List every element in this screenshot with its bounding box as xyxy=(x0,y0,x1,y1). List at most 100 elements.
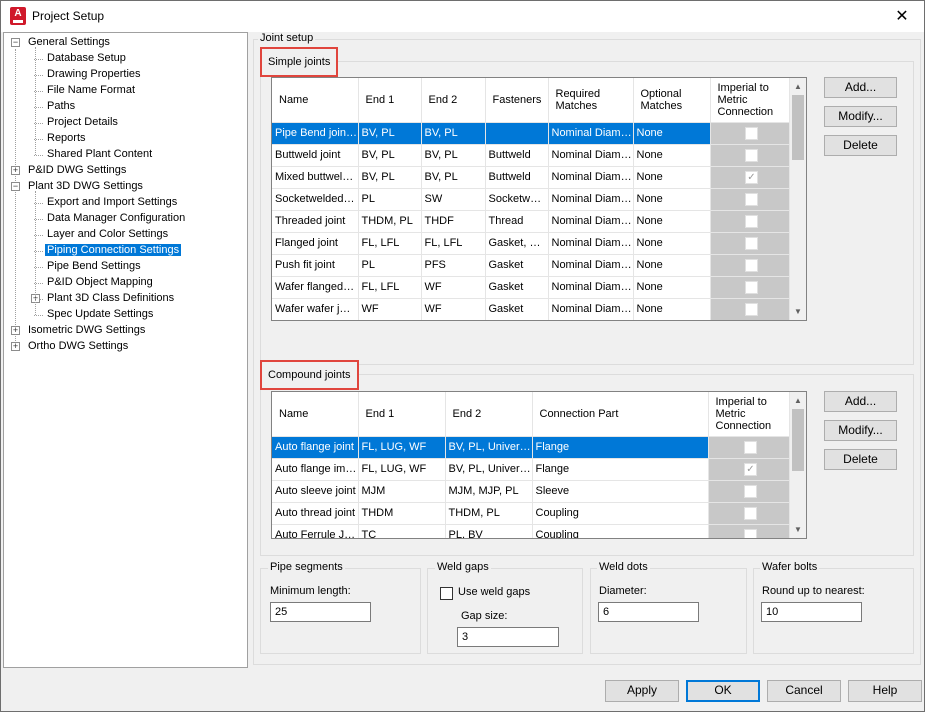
compound-joints-scrollbar[interactable]: ▲ ▼ xyxy=(789,392,806,538)
table-cell[interactable]: Mixed buttwel… xyxy=(272,166,359,189)
table-cell[interactable]: Flange xyxy=(532,458,709,481)
tree-item[interactable]: General Settings xyxy=(26,35,112,50)
column-header[interactable]: Fasteners xyxy=(485,78,549,123)
table-cell[interactable]: Coupling xyxy=(532,502,709,525)
table-cell[interactable]: SW xyxy=(421,188,486,211)
scroll-down-icon[interactable]: ▼ xyxy=(790,521,806,538)
simple-joints-grid[interactable]: Name End 1 End 2 Fasteners Required Matches O… xyxy=(271,77,807,321)
table-row[interactable]: Push fit joint PL PFS Gasket Nominal Diam… No… xyxy=(272,254,791,277)
table-cell[interactable]: Gasket, … xyxy=(485,232,549,255)
compound-modify-button[interactable]: Modify... xyxy=(824,420,897,441)
scroll-thumb[interactable] xyxy=(792,95,804,160)
table-cell[interactable]: BV, PL xyxy=(358,122,422,145)
expand-icon[interactable]: + xyxy=(11,166,20,175)
table-cell[interactable]: BV, PL xyxy=(358,166,422,189)
table-row[interactable]: Auto Ferrule J… TC PL, BV Coupling xyxy=(272,524,791,538)
use-weld-gaps-checkbox[interactable] xyxy=(440,587,453,600)
tree-item[interactable]: Layer and Color Settings xyxy=(45,227,170,242)
tree-item[interactable]: Isometric DWG Settings xyxy=(26,323,147,338)
column-header[interactable]: End 2 xyxy=(421,78,486,123)
table-cell[interactable]: BV, PL xyxy=(358,144,422,167)
compound-add-button[interactable]: Add... xyxy=(824,391,897,412)
table-cell[interactable]: PL xyxy=(358,188,422,211)
column-header[interactable]: End 1 xyxy=(358,78,422,123)
table-cell[interactable]: Buttweld joint xyxy=(272,144,359,167)
table-cell[interactable]: None xyxy=(633,276,711,299)
table-cell[interactable]: BV, PL xyxy=(421,166,486,189)
tree-item[interactable]: Database Setup xyxy=(45,51,128,66)
table-cell[interactable]: Socketwelded… xyxy=(272,188,359,211)
table-cell[interactable]: Gasket xyxy=(485,298,549,320)
tree-item[interactable]: Paths xyxy=(45,99,77,114)
table-cell[interactable]: None xyxy=(633,232,711,255)
simple-joints-scrollbar[interactable]: ▲ ▼ xyxy=(789,78,806,320)
table-cell[interactable]: WF xyxy=(421,276,486,299)
table-cell[interactable]: Nominal Diam… xyxy=(548,122,634,145)
table-cell[interactable]: Flange xyxy=(532,436,709,459)
tree-item[interactable]: Export and Import Settings xyxy=(45,195,179,210)
minimum-length-input[interactable]: 25 xyxy=(270,602,371,622)
table-cell[interactable]: TC xyxy=(358,524,446,538)
table-row[interactable]: Threaded joint THDM, PL THDF Thread Nominal … xyxy=(272,210,791,233)
table-row[interactable]: Auto flange joint FL, LUG, WF BV, PL, Univ… xyxy=(272,436,791,459)
table-cell[interactable]: None xyxy=(633,144,711,167)
table-cell[interactable]: None xyxy=(633,188,711,211)
tree-item[interactable]: Shared Plant Content xyxy=(45,147,154,162)
gap-size-input[interactable]: 3 xyxy=(457,627,559,647)
tree-item[interactable]: Pipe Bend Settings xyxy=(45,259,143,274)
table-cell[interactable]: THDM, PL xyxy=(445,502,533,525)
table-cell[interactable]: PL xyxy=(358,254,422,277)
table-cell[interactable]: Flanged joint xyxy=(272,232,359,255)
table-cell[interactable]: Nominal Diam… xyxy=(548,298,634,320)
table-cell[interactable]: MJM xyxy=(358,480,446,503)
table-cell[interactable]: Socketw… xyxy=(485,188,549,211)
tree-item[interactable]: P&ID Object Mapping xyxy=(45,275,155,290)
table-cell[interactable]: Gasket xyxy=(485,276,549,299)
table-cell[interactable]: PFS xyxy=(421,254,486,277)
column-header[interactable]: Required Matches xyxy=(548,78,634,123)
table-cell[interactable]: FL, LUG, WF xyxy=(358,458,446,481)
column-header[interactable]: Connection Part xyxy=(532,392,709,437)
tree-item[interactable]: Spec Update Settings xyxy=(45,307,155,322)
tree-item[interactable]: Project Details xyxy=(45,115,120,130)
tree-item[interactable]: Piping Connection Settings xyxy=(45,243,182,258)
table-cell[interactable]: Buttweld xyxy=(485,166,549,189)
table-cell[interactable]: THDM xyxy=(358,502,446,525)
table-row[interactable]: Socketwelded… PL SW Socketw… Nominal Diam… No… xyxy=(272,188,791,211)
table-cell[interactable] xyxy=(485,122,549,145)
table-cell[interactable]: Nominal Diam… xyxy=(548,144,634,167)
table-cell[interactable]: Nominal Diam… xyxy=(548,210,634,233)
ok-button[interactable]: OK xyxy=(686,680,760,702)
table-row[interactable]: Wafer flanged… FL, LFL WF Gasket Nominal Dia… xyxy=(272,276,791,299)
column-header[interactable]: End 2 xyxy=(445,392,533,437)
simple-add-button[interactable]: Add... xyxy=(824,77,897,98)
table-cell[interactable]: BV, PL xyxy=(421,144,486,167)
scroll-up-icon[interactable]: ▲ xyxy=(790,392,806,409)
table-cell[interactable]: WF xyxy=(358,298,422,320)
tree-item[interactable]: Data Manager Configuration xyxy=(45,211,187,226)
scroll-thumb[interactable] xyxy=(792,409,804,471)
table-row[interactable]: Auto sleeve joint MJM MJM, MJP, PL Sleeve xyxy=(272,480,791,503)
column-header[interactable]: Name xyxy=(272,392,359,437)
table-cell[interactable]: WF xyxy=(421,298,486,320)
table-cell[interactable]: Pipe Bend join… xyxy=(272,122,359,145)
close-button[interactable]: ✕ xyxy=(880,1,924,32)
table-cell[interactable]: None xyxy=(633,254,711,277)
table-cell[interactable]: Sleeve xyxy=(532,480,709,503)
tree-item[interactable]: Ortho DWG Settings xyxy=(26,339,130,354)
table-cell[interactable]: Threaded joint xyxy=(272,210,359,233)
column-header[interactable]: End 1 xyxy=(358,392,446,437)
table-cell[interactable]: Auto flange im… xyxy=(272,458,359,481)
expand-icon[interactable]: + xyxy=(11,342,20,351)
collapse-icon[interactable]: − xyxy=(11,182,20,191)
column-header[interactable]: Name xyxy=(272,78,359,123)
table-cell[interactable]: None xyxy=(633,210,711,233)
tree-item[interactable]: P&ID DWG Settings xyxy=(26,163,128,178)
table-cell[interactable]: PL, BV xyxy=(445,524,533,538)
table-cell[interactable]: Coupling xyxy=(532,524,709,538)
column-header[interactable]: Imperial to Metric Connection xyxy=(708,392,791,437)
simple-delete-button[interactable]: Delete xyxy=(824,135,897,156)
cancel-button[interactable]: Cancel xyxy=(767,680,841,702)
table-cell[interactable]: THDM, PL xyxy=(358,210,422,233)
diameter-input[interactable]: 6 xyxy=(598,602,699,622)
